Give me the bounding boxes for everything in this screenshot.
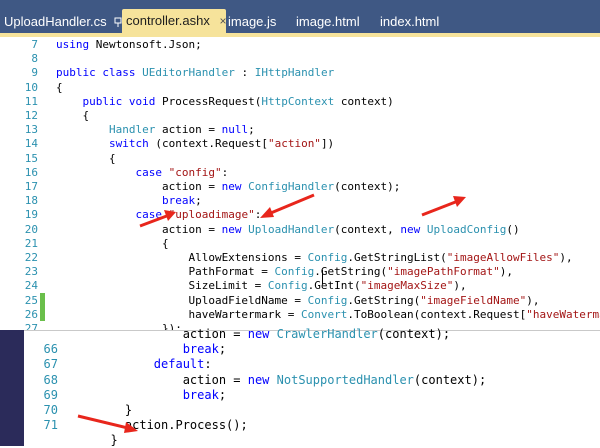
code-text: Handler action = null; xyxy=(108,123,255,137)
line-number: 20 xyxy=(24,222,38,236)
code-text: switch (context.Request["action"]) xyxy=(108,137,335,151)
code-line[interactable]: 9 public class UEditorHandler : IHttpHand… xyxy=(0,65,600,80)
tab-label: index.html xyxy=(380,14,440,29)
code-line[interactable]: 11 public void ProcessRequest(HttpContex… xyxy=(0,94,600,109)
changed-line-marker xyxy=(40,306,45,321)
code-line[interactable]: 20 action = new UploadHandler(context, n… xyxy=(0,222,600,237)
code-line[interactable]: 23 PathFormat = Config.GetString("imageP… xyxy=(0,264,600,279)
changed-line-marker xyxy=(40,292,45,307)
line-number: 16 xyxy=(24,165,38,179)
line-number: 24 xyxy=(24,279,38,293)
tab-controller-ashx[interactable]: controller.ashx × xyxy=(122,9,226,33)
line-number: 26 xyxy=(24,307,38,321)
code-line[interactable]: 67 default: xyxy=(24,357,600,372)
line-number: 11 xyxy=(24,94,38,108)
code-line[interactable]: 16 case "config": xyxy=(0,165,600,180)
tab-image-html[interactable]: image.html xyxy=(292,10,378,33)
line-number: 14 xyxy=(24,137,38,151)
code-text: AllowExtensions = Config.GetStringList("… xyxy=(56,251,573,264)
annotation-arrow-icon xyxy=(77,414,138,433)
code-text: haveWartermark = Convert.ToBoolean(conte… xyxy=(56,307,600,321)
text-cursor xyxy=(322,270,323,284)
code-text: break; xyxy=(161,194,202,208)
line-number: 13 xyxy=(24,123,38,137)
tab-index-html[interactable]: index.html xyxy=(376,10,466,33)
line-number: 69 xyxy=(43,387,58,402)
code-text: { xyxy=(56,109,90,122)
line-number: 71 xyxy=(43,418,58,433)
line-number: 67 xyxy=(43,357,58,372)
tab-label: UploadHandler.cs xyxy=(4,14,107,29)
code-text: PathFormat = Config.GetString("imagePath… xyxy=(56,265,513,279)
line-number: 23 xyxy=(24,265,38,279)
code-text: case "config": xyxy=(135,165,229,179)
tab-image-js[interactable]: image.js xyxy=(224,10,294,33)
code-text: using Newtonsoft.Json; xyxy=(56,38,202,51)
line-number: 66 xyxy=(43,342,58,357)
code-line[interactable]: 21 { xyxy=(0,236,600,251)
code-line[interactable]: 25 UploadFieldName = Config.GetString("i… xyxy=(0,293,600,308)
annotation-arrow-icon xyxy=(260,193,315,218)
overlay-side-panel xyxy=(0,330,24,446)
code-line[interactable]: 68 action = new NotSupportedHandler(cont… xyxy=(24,373,600,388)
line-number: 17 xyxy=(24,180,38,193)
line-number: 25 xyxy=(24,293,38,307)
code-text: action = new ConfigHandler(context); xyxy=(56,180,401,193)
code-text: action = new NotSupportedHandler(context… xyxy=(96,372,487,387)
code-text: default: xyxy=(153,357,212,372)
tab-uploadhandler-cs[interactable]: UploadHandler.cs xyxy=(0,10,122,33)
code-line[interactable]: 17 action = new ConfigHandler(context); xyxy=(0,179,600,194)
line-number: 8 xyxy=(31,52,38,66)
code-text: public void ProcessRequest(HttpContext c… xyxy=(82,94,394,108)
code-text: break; xyxy=(182,342,227,357)
code-text: public class UEditorHandler : IHttpHandl… xyxy=(56,66,335,80)
line-number: 68 xyxy=(43,372,58,387)
line-number: 9 xyxy=(31,66,38,80)
line-number: 19 xyxy=(24,208,38,222)
code-line[interactable]: 14 switch (context.Request["action"]) xyxy=(0,136,600,151)
tab-label: controller.ashx xyxy=(126,13,210,28)
line-number: 22 xyxy=(24,251,38,264)
annotation-arrow-icon xyxy=(421,196,466,217)
code-text: { xyxy=(56,80,63,94)
code-line[interactable]: 13 Handler action = null; xyxy=(0,122,600,137)
tab-label: image.js xyxy=(228,14,277,29)
code-line[interactable]: action = new CrawlerHandler(context); xyxy=(24,327,600,342)
code-line[interactable]: 69 break; xyxy=(24,388,600,403)
line-number: 15 xyxy=(24,151,38,165)
code-text: { xyxy=(56,236,169,250)
tab-label: image.html xyxy=(296,14,360,29)
code-line[interactable]: 8 xyxy=(0,51,600,66)
editor-tab-bar: UploadHandler.cs controller.ashx × image… xyxy=(0,0,600,33)
code-text: SizeLimit = Config.GetInt("imageMaxSize"… xyxy=(56,279,467,293)
code-text: action = new CrawlerHandler(context); xyxy=(96,327,451,341)
code-text: action = new UploadHandler(context, new … xyxy=(56,222,520,236)
line-number: 18 xyxy=(24,194,38,208)
code-line[interactable]: 66 break; xyxy=(24,342,600,357)
line-number: 70 xyxy=(43,403,58,417)
code-line[interactable]: 7 using Newtonsoft.Json; xyxy=(0,37,600,52)
code-line[interactable]: 10 { xyxy=(0,80,600,95)
line-number: 12 xyxy=(24,109,38,122)
line-number: 21 xyxy=(24,236,38,250)
code-text: break; xyxy=(182,387,227,402)
code-line[interactable]: 15 { xyxy=(0,151,600,166)
line-number: 10 xyxy=(24,80,38,94)
line-number: 7 xyxy=(31,38,38,51)
code-line[interactable]: 24 SizeLimit = Config.GetInt("imageMaxSi… xyxy=(0,278,600,293)
annotation-arrow-icon xyxy=(139,210,176,228)
code-text: { xyxy=(56,151,116,165)
code-line[interactable]: 12 { xyxy=(0,108,600,123)
code-line[interactable]: 26 haveWartermark = Convert.ToBoolean(co… xyxy=(0,307,600,322)
code-text: UploadFieldName = Config.GetString("imag… xyxy=(56,293,540,307)
code-line[interactable]: 22 AllowExtensions = Config.GetStringLis… xyxy=(0,250,600,265)
